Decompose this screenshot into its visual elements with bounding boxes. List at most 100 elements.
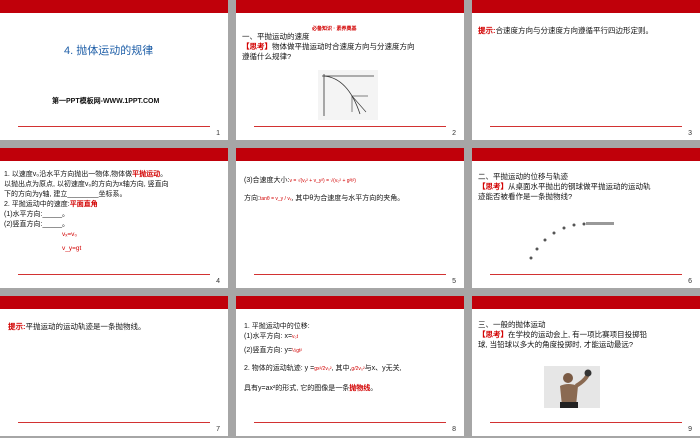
divider bbox=[18, 422, 210, 423]
hint-line: 提示:平抛运动的运动轨迹是一条抛物线。 bbox=[8, 322, 146, 332]
title-number: 4. bbox=[64, 45, 74, 57]
slide-9[interactable]: 三、一般的抛体运动 【思考】在学校的运动会上, 有一项比赛项目投掷铅 球, 当铅… bbox=[472, 296, 700, 436]
section-heading: 一、平抛运动的速度 bbox=[242, 32, 310, 41]
divider bbox=[254, 274, 446, 275]
think-tag: 【思考】 bbox=[242, 42, 272, 51]
slide-header-bar bbox=[236, 148, 464, 161]
think-tag: 【思考】 bbox=[478, 330, 508, 339]
hint-line: 提示:合速度方向与分速度方向遵循平行四边形定则。 bbox=[478, 26, 653, 36]
text-line-1: 1. 平抛运动中的位移: bbox=[244, 323, 310, 330]
formula-trajectory: gx²/2v₀² bbox=[314, 366, 332, 372]
text-line-5: 具有y=ax²的形式, 它的图像是一条抛物线。 bbox=[244, 384, 377, 394]
slide-number: 9 bbox=[688, 426, 692, 433]
think-line-1: 【思考】在学校的运动会上, 有一项比赛项目投掷铅 bbox=[478, 330, 647, 340]
formula-y: ½gt² bbox=[292, 348, 303, 354]
text: 。 bbox=[160, 171, 168, 178]
text: (2)竖直方向: y= bbox=[244, 347, 293, 354]
slide-header-bar bbox=[236, 0, 464, 13]
text-line-3: 下的方向为y轴, 建立________坐标系。 bbox=[4, 191, 127, 198]
velocity-diagram bbox=[318, 70, 378, 120]
text: 方向: bbox=[244, 195, 260, 202]
think-text: 在学校的运动会上, 有一项比赛项目投掷铅 bbox=[508, 330, 648, 339]
section-heading: 三、一般的抛体运动 bbox=[478, 320, 546, 329]
think-tag: 【思考】 bbox=[478, 182, 508, 191]
slide-header-bar bbox=[472, 0, 700, 13]
think-text: 物体做平抛运动时合速度方向与分速度方向 bbox=[272, 42, 415, 51]
slide-number: 4 bbox=[216, 278, 220, 285]
think-text: 从桌面水平抛出的钢球做平抛运动的运动轨 bbox=[508, 182, 651, 191]
slide-header-bar bbox=[236, 296, 464, 309]
text: 与x、y无关, bbox=[364, 365, 402, 372]
text: 2. 物体的运动轨迹: y = bbox=[244, 365, 315, 372]
slide-header-bar bbox=[0, 148, 228, 161]
formula-coefficient: g/2v₀² bbox=[351, 366, 365, 372]
slide-number: 8 bbox=[452, 426, 456, 433]
text-line-2: 方向:tanθ = v_y / vₓ, 其中θ为合速度与水平方向的夹角。 bbox=[244, 194, 404, 204]
projectile-photo-diagram bbox=[529, 222, 614, 260]
text: , 其中, bbox=[331, 365, 352, 372]
answer: 平面直角 bbox=[69, 201, 98, 208]
text: (1)水平方向: x= bbox=[244, 333, 293, 340]
title-text: 抛体运动的规律 bbox=[76, 45, 154, 57]
slide-number: 6 bbox=[688, 278, 692, 285]
think-line-2: 迹能否被看作是一条抛物线? bbox=[478, 192, 573, 201]
slide-number: 2 bbox=[452, 130, 456, 137]
text-line-2: (1)水平方向: x=v₀t bbox=[244, 332, 298, 342]
text: , 其中θ为合速度与水平方向的夹角。 bbox=[291, 195, 405, 202]
think-line-2: 遵循什么规律? bbox=[242, 52, 292, 61]
slide-6[interactable]: 二、平抛运动的位移与轨迹 【思考】从桌面水平抛出的钢球做平抛运动的运动轨 迹能否… bbox=[472, 148, 700, 288]
slide-number: 7 bbox=[216, 426, 220, 433]
text-line-6: (2)竖直方向:_____。 bbox=[4, 221, 69, 228]
divider bbox=[490, 274, 682, 275]
text-line-2: 以抛出点为原点, 以初速度v₀的方向为x轴方向, 竖直向 bbox=[4, 181, 169, 188]
slide-header-bar bbox=[0, 296, 228, 309]
slide-header-bar bbox=[472, 296, 700, 309]
text-line-5: (1)水平方向:_____。 bbox=[4, 211, 69, 218]
answer: 抛物线 bbox=[349, 385, 371, 392]
think-line-1: 【思考】物体做平抛运动时合速度方向与分速度方向 bbox=[242, 42, 415, 52]
slide-number: 3 bbox=[688, 130, 692, 137]
think-line-2: 球, 当铅球以多大的角度投掷时, 才能运动最远? bbox=[478, 340, 634, 349]
text-line-4: 2. 平抛运动中的速度:平面直角 bbox=[4, 200, 98, 210]
answer-vy: v_y=gt bbox=[62, 245, 82, 252]
shot-put-athlete-image bbox=[544, 366, 600, 408]
formula-speed: v = √(vₓ² + v_y²) = √(v₀² + g²t²) bbox=[289, 178, 356, 184]
slide-7[interactable]: 提示:平抛运动的运动轨迹是一条抛物线。 7 bbox=[0, 296, 228, 436]
divider bbox=[490, 126, 682, 127]
slide-title: 4. 抛体运动的规律 bbox=[64, 44, 153, 58]
hint-text: 合速度方向与分速度方向遵循平行四边形定则。 bbox=[495, 26, 654, 35]
text-line-4: 2. 物体的运动轨迹: y =gx²/2v₀², 其中,g/2v₀²与x、y无关… bbox=[244, 364, 402, 374]
text: 2. 平抛运动中的速度: bbox=[4, 201, 70, 208]
formula-direction: tanθ = v_y / vₓ bbox=[259, 196, 292, 202]
text: 。 bbox=[370, 385, 378, 392]
section-banner: 必备知识 · 素养奠基 bbox=[312, 26, 357, 32]
formula-x: v₀t bbox=[292, 334, 299, 340]
text-line-1: (3)合速度大小:v = √(vₓ² + v_y²) = √(v₀² + g²t… bbox=[244, 176, 356, 186]
section-heading: 二、平抛运动的位移与轨迹 bbox=[478, 172, 568, 181]
slide-header-bar bbox=[0, 0, 228, 13]
text: 具有y=ax²的形式, 它的图像是一条 bbox=[244, 385, 350, 392]
divider bbox=[18, 126, 210, 127]
hint-tag: 提示: bbox=[478, 26, 496, 35]
hint-tag: 提示: bbox=[8, 322, 26, 331]
slide-number: 5 bbox=[452, 278, 456, 285]
slide-subtitle: 第一PPT模板网-WWW.1PPT.COM bbox=[52, 98, 160, 105]
slide-2[interactable]: 必备知识 · 素养奠基 一、平抛运动的速度 【思考】物体做平抛运动时合速度方向与… bbox=[236, 0, 464, 140]
divider bbox=[490, 422, 682, 423]
answer-vx: vₓ=v₀ bbox=[62, 231, 78, 238]
answer: 平抛运动 bbox=[132, 171, 161, 178]
slide-3[interactable]: 提示:合速度方向与分速度方向遵循平行四边形定则。 3 bbox=[472, 0, 700, 140]
divider bbox=[254, 422, 446, 423]
text: 1. 以速度v₀沿水平方向抛出一物体,物体做 bbox=[4, 171, 133, 178]
slide-header-bar bbox=[472, 148, 700, 161]
hint-text: 平抛运动的运动轨迹是一条抛物线。 bbox=[25, 322, 146, 331]
slide-5[interactable]: (3)合速度大小:v = √(vₓ² + v_y²) = √(v₀² + g²t… bbox=[236, 148, 464, 288]
divider bbox=[18, 274, 210, 275]
slide-4[interactable]: 1. 以速度v₀沿水平方向抛出一物体,物体做平抛运动。 以抛出点为原点, 以初速… bbox=[0, 148, 228, 288]
text-line-3: (2)竖直方向: y=½gt² bbox=[244, 346, 302, 356]
text: (3)合速度大小: bbox=[244, 177, 290, 184]
think-line-1: 【思考】从桌面水平抛出的钢球做平抛运动的运动轨 bbox=[478, 182, 651, 192]
slide-8[interactable]: 1. 平抛运动中的位移: (1)水平方向: x=v₀t (2)竖直方向: y=½… bbox=[236, 296, 464, 436]
slide-1[interactable]: 4. 抛体运动的规律 第一PPT模板网-WWW.1PPT.COM 1 bbox=[0, 0, 228, 140]
text-line-1: 1. 以速度v₀沿水平方向抛出一物体,物体做平抛运动。 bbox=[4, 170, 167, 180]
